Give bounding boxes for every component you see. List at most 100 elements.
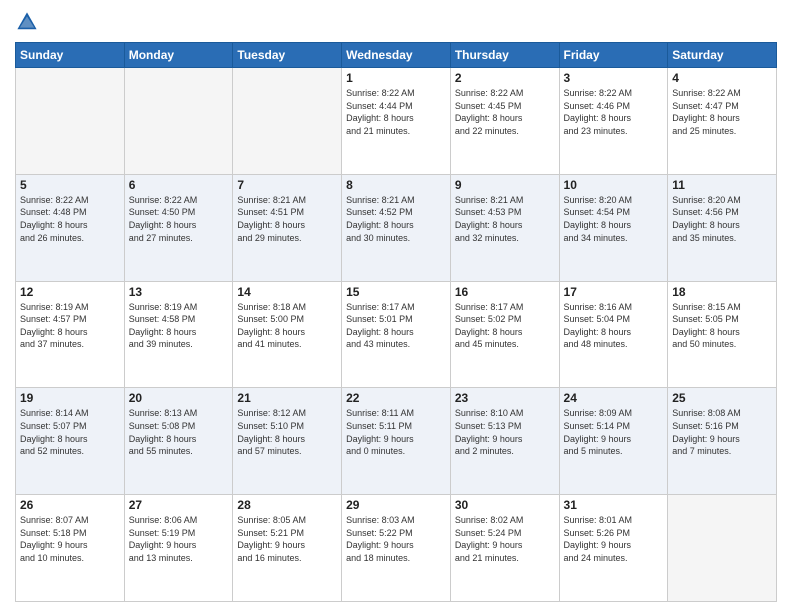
- day-number: 13: [129, 285, 229, 299]
- day-number: 31: [564, 498, 664, 512]
- day-number: 4: [672, 71, 772, 85]
- day-cell-6: 6 Sunrise: 8:22 AM Sunset: 4:50 PM Daylig…: [124, 174, 233, 281]
- day-info: Sunrise: 8:18 AM Sunset: 5:00 PM Dayligh…: [237, 301, 337, 351]
- day-number: 11: [672, 178, 772, 192]
- empty-cell: [668, 495, 777, 602]
- empty-cell: [233, 68, 342, 175]
- day-info: Sunrise: 8:12 AM Sunset: 5:10 PM Dayligh…: [237, 407, 337, 457]
- day-cell-21: 21 Sunrise: 8:12 AM Sunset: 5:10 PM Dayli…: [233, 388, 342, 495]
- day-number: 14: [237, 285, 337, 299]
- day-cell-29: 29 Sunrise: 8:03 AM Sunset: 5:22 PM Dayli…: [342, 495, 451, 602]
- day-info: Sunrise: 8:02 AM Sunset: 5:24 PM Dayligh…: [455, 514, 555, 564]
- day-cell-7: 7 Sunrise: 8:21 AM Sunset: 4:51 PM Daylig…: [233, 174, 342, 281]
- weekday-header-monday: Monday: [124, 43, 233, 68]
- day-number: 1: [346, 71, 446, 85]
- day-cell-25: 25 Sunrise: 8:08 AM Sunset: 5:16 PM Dayli…: [668, 388, 777, 495]
- day-number: 12: [20, 285, 120, 299]
- day-number: 17: [564, 285, 664, 299]
- day-cell-22: 22 Sunrise: 8:11 AM Sunset: 5:11 PM Dayli…: [342, 388, 451, 495]
- day-cell-19: 19 Sunrise: 8:14 AM Sunset: 5:07 PM Dayli…: [16, 388, 125, 495]
- day-number: 10: [564, 178, 664, 192]
- week-row-1: 1 Sunrise: 8:22 AM Sunset: 4:44 PM Daylig…: [16, 68, 777, 175]
- day-number: 27: [129, 498, 229, 512]
- day-number: 21: [237, 391, 337, 405]
- day-number: 15: [346, 285, 446, 299]
- day-number: 8: [346, 178, 446, 192]
- day-info: Sunrise: 8:01 AM Sunset: 5:26 PM Dayligh…: [564, 514, 664, 564]
- day-cell-12: 12 Sunrise: 8:19 AM Sunset: 4:57 PM Dayli…: [16, 281, 125, 388]
- day-info: Sunrise: 8:08 AM Sunset: 5:16 PM Dayligh…: [672, 407, 772, 457]
- day-cell-23: 23Sunrise: 8:10 AM Sunset: 5:13 PM Dayli…: [450, 388, 559, 495]
- day-number: 19: [20, 391, 120, 405]
- day-cell-11: 11 Sunrise: 8:20 AM Sunset: 4:56 PM Dayli…: [668, 174, 777, 281]
- day-cell-15: 15 Sunrise: 8:17 AM Sunset: 5:01 PM Dayli…: [342, 281, 451, 388]
- weekday-header-wednesday: Wednesday: [342, 43, 451, 68]
- day-number: 30: [455, 498, 555, 512]
- day-info: Sunrise: 8:15 AM Sunset: 5:05 PM Dayligh…: [672, 301, 772, 351]
- day-info: Sunrise: 8:07 AM Sunset: 5:18 PM Dayligh…: [20, 514, 120, 564]
- week-row-2: 5Sunrise: 8:22 AM Sunset: 4:48 PM Daylig…: [16, 174, 777, 281]
- day-info: Sunrise: 8:11 AM Sunset: 5:11 PM Dayligh…: [346, 407, 446, 457]
- day-number: 7: [237, 178, 337, 192]
- day-number: 6: [129, 178, 229, 192]
- day-info: Sunrise: 8:22 AM Sunset: 4:44 PM Dayligh…: [346, 87, 446, 137]
- day-cell-4: 4Sunrise: 8:22 AM Sunset: 4:47 PM Daylig…: [668, 68, 777, 175]
- empty-cell: [124, 68, 233, 175]
- day-cell-16: 16 Sunrise: 8:17 AM Sunset: 5:02 PM Dayli…: [450, 281, 559, 388]
- day-cell-14: 14 Sunrise: 8:18 AM Sunset: 5:00 PM Dayli…: [233, 281, 342, 388]
- day-cell-9: 9 Sunrise: 8:21 AM Sunset: 4:53 PM Daylig…: [450, 174, 559, 281]
- day-info: Sunrise: 8:19 AM Sunset: 4:58 PM Dayligh…: [129, 301, 229, 351]
- day-number: 26: [20, 498, 120, 512]
- day-number: 5: [20, 178, 120, 192]
- logo-icon: [15, 10, 39, 34]
- day-number: 16: [455, 285, 555, 299]
- day-cell-20: 20 Sunrise: 8:13 AM Sunset: 5:08 PM Dayli…: [124, 388, 233, 495]
- day-number: 2: [455, 71, 555, 85]
- day-cell-1: 1 Sunrise: 8:22 AM Sunset: 4:44 PM Daylig…: [342, 68, 451, 175]
- week-row-5: 26 Sunrise: 8:07 AM Sunset: 5:18 PM Dayli…: [16, 495, 777, 602]
- day-number: 18: [672, 285, 772, 299]
- day-info: Sunrise: 8:09 AM Sunset: 5:14 PM Dayligh…: [564, 407, 664, 457]
- weekday-header-thursday: Thursday: [450, 43, 559, 68]
- day-number: 25: [672, 391, 772, 405]
- day-info: Sunrise: 8:16 AM Sunset: 5:04 PM Dayligh…: [564, 301, 664, 351]
- week-row-4: 19 Sunrise: 8:14 AM Sunset: 5:07 PM Dayli…: [16, 388, 777, 495]
- day-cell-27: 27 Sunrise: 8:06 AM Sunset: 5:19 PM Dayli…: [124, 495, 233, 602]
- day-number: 29: [346, 498, 446, 512]
- day-cell-31: 31 Sunrise: 8:01 AM Sunset: 5:26 PM Dayli…: [559, 495, 668, 602]
- day-info: Sunrise: 8:14 AM Sunset: 5:07 PM Dayligh…: [20, 407, 120, 457]
- weekday-header-saturday: Saturday: [668, 43, 777, 68]
- day-number: 28: [237, 498, 337, 512]
- day-info: Sunrise: 8:06 AM Sunset: 5:19 PM Dayligh…: [129, 514, 229, 564]
- day-info: Sunrise: 8:10 AM Sunset: 5:13 PM Dayligh…: [455, 407, 555, 457]
- day-number: 24: [564, 391, 664, 405]
- day-info: Sunrise: 8:19 AM Sunset: 4:57 PM Dayligh…: [20, 301, 120, 351]
- day-info: Sunrise: 8:05 AM Sunset: 5:21 PM Dayligh…: [237, 514, 337, 564]
- day-info: Sunrise: 8:17 AM Sunset: 5:02 PM Dayligh…: [455, 301, 555, 351]
- day-info: Sunrise: 8:20 AM Sunset: 4:54 PM Dayligh…: [564, 194, 664, 244]
- day-cell-2: 2Sunrise: 8:22 AM Sunset: 4:45 PM Daylig…: [450, 68, 559, 175]
- day-cell-8: 8Sunrise: 8:21 AM Sunset: 4:52 PM Daylig…: [342, 174, 451, 281]
- day-info: Sunrise: 8:21 AM Sunset: 4:53 PM Dayligh…: [455, 194, 555, 244]
- day-cell-10: 10 Sunrise: 8:20 AM Sunset: 4:54 PM Dayli…: [559, 174, 668, 281]
- day-info: Sunrise: 8:22 AM Sunset: 4:46 PM Dayligh…: [564, 87, 664, 137]
- calendar-table: SundayMondayTuesdayWednesdayThursdayFrid…: [15, 42, 777, 602]
- day-cell-5: 5Sunrise: 8:22 AM Sunset: 4:48 PM Daylig…: [16, 174, 125, 281]
- day-info: Sunrise: 8:17 AM Sunset: 5:01 PM Dayligh…: [346, 301, 446, 351]
- weekday-header-friday: Friday: [559, 43, 668, 68]
- day-info: Sunrise: 8:22 AM Sunset: 4:50 PM Dayligh…: [129, 194, 229, 244]
- weekday-header-tuesday: Tuesday: [233, 43, 342, 68]
- day-cell-26: 26 Sunrise: 8:07 AM Sunset: 5:18 PM Dayli…: [16, 495, 125, 602]
- day-cell-30: 30 Sunrise: 8:02 AM Sunset: 5:24 PM Dayli…: [450, 495, 559, 602]
- day-cell-28: 28 Sunrise: 8:05 AM Sunset: 5:21 PM Dayli…: [233, 495, 342, 602]
- day-info: Sunrise: 8:20 AM Sunset: 4:56 PM Dayligh…: [672, 194, 772, 244]
- week-row-3: 12 Sunrise: 8:19 AM Sunset: 4:57 PM Dayli…: [16, 281, 777, 388]
- day-info: Sunrise: 8:03 AM Sunset: 5:22 PM Dayligh…: [346, 514, 446, 564]
- day-number: 9: [455, 178, 555, 192]
- day-cell-3: 3 Sunrise: 8:22 AM Sunset: 4:46 PM Daylig…: [559, 68, 668, 175]
- day-info: Sunrise: 8:21 AM Sunset: 4:51 PM Dayligh…: [237, 194, 337, 244]
- day-info: Sunrise: 8:13 AM Sunset: 5:08 PM Dayligh…: [129, 407, 229, 457]
- day-number: 20: [129, 391, 229, 405]
- day-number: 22: [346, 391, 446, 405]
- day-number: 3: [564, 71, 664, 85]
